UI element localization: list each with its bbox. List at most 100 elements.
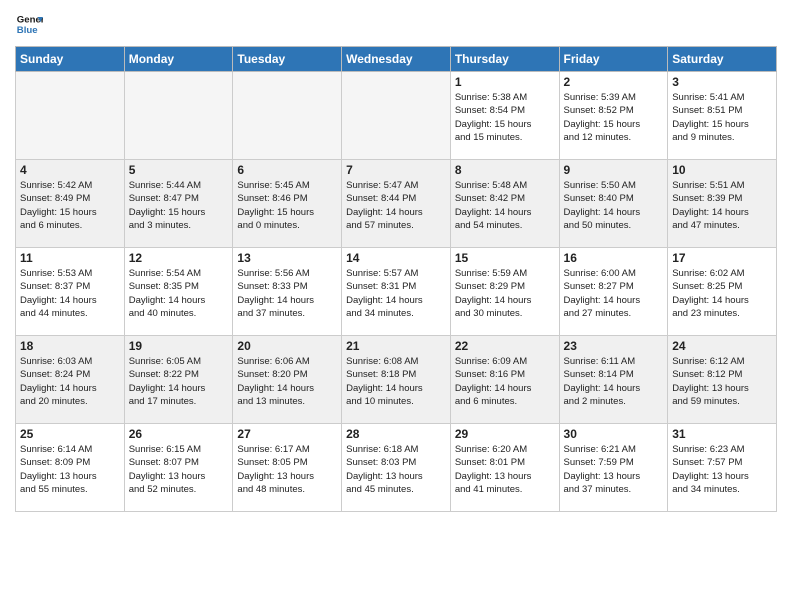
calendar-cell: 1Sunrise: 5:38 AMSunset: 8:54 PMDaylight… <box>450 72 559 160</box>
calendar-cell: 7Sunrise: 5:47 AMSunset: 8:44 PMDaylight… <box>342 160 451 248</box>
day-info: Sunrise: 6:15 AMSunset: 8:07 PMDaylight:… <box>129 443 229 496</box>
calendar-cell: 29 Sunrise: 6:20 AMSunset: 8:01 PMDayligh… <box>450 424 559 512</box>
calendar-cell: 23 Sunrise: 6:11 AMSunset: 8:14 PMDayligh… <box>559 336 668 424</box>
calendar-cell: 2 Sunrise: 5:39 AMSunset: 8:52 PMDaylight… <box>559 72 668 160</box>
calendar-cell: 18Sunrise: 6:03 AMSunset: 8:24 PMDayligh… <box>16 336 125 424</box>
day-info: Sunrise: 6:21 AMSunset: 7:59 PMDaylight:… <box>564 443 664 496</box>
day-info: Sunrise: 6:17 AMSunset: 8:05 PMDaylight:… <box>237 443 337 496</box>
day-number: 31 <box>672 427 772 441</box>
day-info: Sunrise: 5:53 AMSunset: 8:37 PMDaylight:… <box>20 267 120 320</box>
calendar-cell: 10 Sunrise: 5:51 AMSunset: 8:39 PMDayligh… <box>668 160 777 248</box>
day-number: 25 <box>20 427 120 441</box>
calendar-cell: 17Sunrise: 6:02 AMSunset: 8:25 PMDayligh… <box>668 248 777 336</box>
day-info: Sunrise: 6:06 AMSunset: 8:20 PMDaylight:… <box>237 355 337 408</box>
day-number: 6 <box>237 163 337 177</box>
logo-icon: General Blue <box>15 10 43 38</box>
day-number: 24 <box>672 339 772 353</box>
calendar-week-row: 25 Sunrise: 6:14 AMSunset: 8:09 PMDayligh… <box>16 424 777 512</box>
day-info: Sunrise: 5:59 AMSunset: 8:29 PMDaylight:… <box>455 267 555 320</box>
day-info: Sunrise: 5:42 AMSunset: 8:49 PMDaylight:… <box>20 179 120 232</box>
logo: General Blue <box>15 10 49 38</box>
day-number: 14 <box>346 251 446 265</box>
day-info: Sunrise: 5:54 AMSunset: 8:35 PMDaylight:… <box>129 267 229 320</box>
day-header-tuesday: Tuesday <box>233 47 342 72</box>
calendar-week-row: 18Sunrise: 6:03 AMSunset: 8:24 PMDayligh… <box>16 336 777 424</box>
calendar-cell <box>342 72 451 160</box>
calendar-cell <box>124 72 233 160</box>
day-info: Sunrise: 5:45 AMSunset: 8:46 PMDaylight:… <box>237 179 337 232</box>
day-number: 20 <box>237 339 337 353</box>
calendar-cell: 21 Sunrise: 6:08 AMSunset: 8:18 PMDayligh… <box>342 336 451 424</box>
day-number: 29 <box>455 427 555 441</box>
calendar-cell: 4 Sunrise: 5:42 AMSunset: 8:49 PMDaylight… <box>16 160 125 248</box>
day-number: 19 <box>129 339 229 353</box>
day-info: Sunrise: 6:08 AMSunset: 8:18 PMDaylight:… <box>346 355 446 408</box>
day-info: Sunrise: 5:47 AMSunset: 8:44 PMDaylight:… <box>346 179 446 232</box>
day-info: Sunrise: 5:51 AMSunset: 8:39 PMDaylight:… <box>672 179 772 232</box>
day-number: 23 <box>564 339 664 353</box>
calendar-cell: 6 Sunrise: 5:45 AMSunset: 8:46 PMDaylight… <box>233 160 342 248</box>
calendar-cell: 15 Sunrise: 5:59 AMSunset: 8:29 PMDayligh… <box>450 248 559 336</box>
calendar-cell: 24 Sunrise: 6:12 AMSunset: 8:12 PMDayligh… <box>668 336 777 424</box>
calendar: SundayMondayTuesdayWednesdayThursdayFrid… <box>15 46 777 512</box>
day-number: 2 <box>564 75 664 89</box>
calendar-cell: 27 Sunrise: 6:17 AMSunset: 8:05 PMDayligh… <box>233 424 342 512</box>
day-number: 13 <box>237 251 337 265</box>
day-number: 26 <box>129 427 229 441</box>
svg-text:General: General <box>17 14 43 25</box>
day-number: 27 <box>237 427 337 441</box>
day-number: 12 <box>129 251 229 265</box>
calendar-cell: 22Sunrise: 6:09 AMSunset: 8:16 PMDayligh… <box>450 336 559 424</box>
day-info: Sunrise: 6:00 AMSunset: 8:27 PMDaylight:… <box>564 267 664 320</box>
calendar-cell: 13 Sunrise: 5:56 AMSunset: 8:33 PMDayligh… <box>233 248 342 336</box>
day-number: 16 <box>564 251 664 265</box>
calendar-cell: 11 Sunrise: 5:53 AMSunset: 8:37 PMDayligh… <box>16 248 125 336</box>
day-info: Sunrise: 5:50 AMSunset: 8:40 PMDaylight:… <box>564 179 664 232</box>
calendar-cell: 14 Sunrise: 5:57 AMSunset: 8:31 PMDayligh… <box>342 248 451 336</box>
day-info: Sunrise: 5:39 AMSunset: 8:52 PMDaylight:… <box>564 91 664 144</box>
calendar-cell: 16 Sunrise: 6:00 AMSunset: 8:27 PMDayligh… <box>559 248 668 336</box>
calendar-cell: 8 Sunrise: 5:48 AMSunset: 8:42 PMDaylight… <box>450 160 559 248</box>
calendar-cell: 12 Sunrise: 5:54 AMSunset: 8:35 PMDayligh… <box>124 248 233 336</box>
svg-text:Blue: Blue <box>17 25 38 36</box>
day-info: Sunrise: 5:48 AMSunset: 8:42 PMDaylight:… <box>455 179 555 232</box>
day-info: Sunrise: 6:20 AMSunset: 8:01 PMDaylight:… <box>455 443 555 496</box>
page-header: General Blue <box>15 10 777 38</box>
day-info: Sunrise: 6:05 AMSunset: 8:22 PMDaylight:… <box>129 355 229 408</box>
day-header-saturday: Saturday <box>668 47 777 72</box>
calendar-cell <box>233 72 342 160</box>
day-header-friday: Friday <box>559 47 668 72</box>
day-number: 11 <box>20 251 120 265</box>
day-header-wednesday: Wednesday <box>342 47 451 72</box>
calendar-cell: 20 Sunrise: 6:06 AMSunset: 8:20 PMDayligh… <box>233 336 342 424</box>
calendar-cell: 30Sunrise: 6:21 AMSunset: 7:59 PMDayligh… <box>559 424 668 512</box>
calendar-header-row: SundayMondayTuesdayWednesdayThursdayFrid… <box>16 47 777 72</box>
day-info: Sunrise: 5:41 AMSunset: 8:51 PMDaylight:… <box>672 91 772 144</box>
day-info: Sunrise: 5:57 AMSunset: 8:31 PMDaylight:… <box>346 267 446 320</box>
day-info: Sunrise: 5:56 AMSunset: 8:33 PMDaylight:… <box>237 267 337 320</box>
day-number: 8 <box>455 163 555 177</box>
day-info: Sunrise: 6:18 AMSunset: 8:03 PMDaylight:… <box>346 443 446 496</box>
day-number: 28 <box>346 427 446 441</box>
calendar-week-row: 11 Sunrise: 5:53 AMSunset: 8:37 PMDayligh… <box>16 248 777 336</box>
calendar-cell: 25 Sunrise: 6:14 AMSunset: 8:09 PMDayligh… <box>16 424 125 512</box>
calendar-cell: 5Sunrise: 5:44 AMSunset: 8:47 PMDaylight… <box>124 160 233 248</box>
day-number: 10 <box>672 163 772 177</box>
day-number: 1 <box>455 75 555 89</box>
calendar-cell: 9Sunrise: 5:50 AMSunset: 8:40 PMDaylight… <box>559 160 668 248</box>
day-number: 4 <box>20 163 120 177</box>
day-info: Sunrise: 6:03 AMSunset: 8:24 PMDaylight:… <box>20 355 120 408</box>
calendar-cell: 19 Sunrise: 6:05 AMSunset: 8:22 PMDayligh… <box>124 336 233 424</box>
calendar-cell: 31Sunrise: 6:23 AMSunset: 7:57 PMDayligh… <box>668 424 777 512</box>
day-number: 15 <box>455 251 555 265</box>
day-info: Sunrise: 6:12 AMSunset: 8:12 PMDaylight:… <box>672 355 772 408</box>
day-header-monday: Monday <box>124 47 233 72</box>
day-number: 22 <box>455 339 555 353</box>
day-header-sunday: Sunday <box>16 47 125 72</box>
calendar-cell <box>16 72 125 160</box>
day-number: 21 <box>346 339 446 353</box>
calendar-cell: 28 Sunrise: 6:18 AMSunset: 8:03 PMDayligh… <box>342 424 451 512</box>
day-info: Sunrise: 6:11 AMSunset: 8:14 PMDaylight:… <box>564 355 664 408</box>
day-header-thursday: Thursday <box>450 47 559 72</box>
day-info: Sunrise: 6:14 AMSunset: 8:09 PMDaylight:… <box>20 443 120 496</box>
